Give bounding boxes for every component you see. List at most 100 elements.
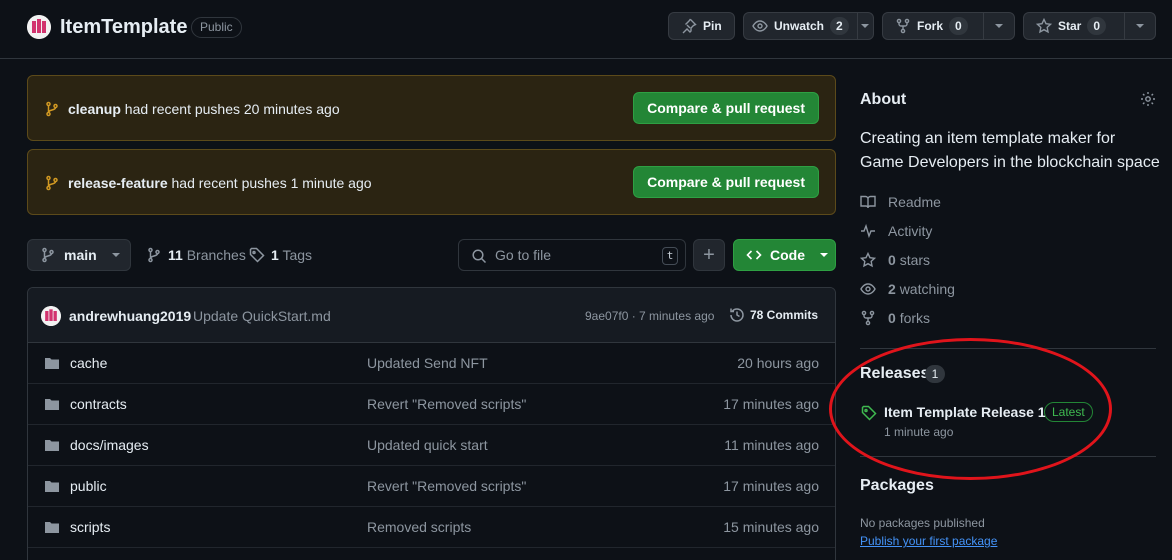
star-label: Star bbox=[1058, 19, 1082, 33]
star-icon bbox=[1036, 18, 1052, 34]
branches-label: Branches bbox=[186, 247, 246, 263]
repo-forked-icon bbox=[860, 310, 876, 326]
banner-text: cleanup had recent pushes 20 minutes ago bbox=[68, 101, 340, 117]
unwatch-label: Unwatch bbox=[774, 19, 825, 33]
file-commit-message[interactable]: Revert "Removed scripts" bbox=[367, 478, 526, 494]
file-row[interactable]: contracts Revert "Removed scripts" 17 mi… bbox=[28, 384, 835, 425]
publish-package-link[interactable]: Publish your first package bbox=[860, 534, 997, 548]
file-name[interactable]: contracts bbox=[70, 396, 127, 412]
banner-message: had recent pushes 20 minutes ago bbox=[124, 101, 340, 117]
file-row[interactable]: scripts Removed scripts 15 minutes ago bbox=[28, 507, 835, 548]
file-row[interactable]: cache Updated Send NFT 20 hours ago bbox=[28, 343, 835, 384]
commits-history-link[interactable]: 78 Commits bbox=[729, 307, 818, 323]
watching-link[interactable]: 2 watching bbox=[860, 281, 955, 297]
branches-link[interactable]: 11 Branches bbox=[146, 247, 246, 263]
file-row[interactable]: public Revert "Removed scripts" 17 minut… bbox=[28, 466, 835, 507]
forks-label: forks bbox=[899, 310, 931, 326]
file-name[interactable]: public bbox=[70, 478, 107, 494]
folder-icon bbox=[44, 519, 60, 535]
recent-push-banner: cleanup had recent pushes 20 minutes ago… bbox=[27, 75, 836, 141]
about-heading: About bbox=[860, 91, 907, 108]
commits-count: 78 Commits bbox=[750, 308, 819, 322]
code-button[interactable]: Code bbox=[733, 239, 836, 271]
file-row[interactable]: docs/images Updated quick start 11 minut… bbox=[28, 425, 835, 466]
commit-author-avatar[interactable] bbox=[41, 306, 61, 326]
tags-link[interactable]: 1 Tags bbox=[249, 247, 312, 263]
folder-icon bbox=[44, 396, 60, 412]
unwatch-button-group[interactable]: Unwatch 2 bbox=[743, 12, 874, 40]
compare-pull-request-button[interactable]: Compare & pull request bbox=[633, 166, 819, 198]
forks-link[interactable]: 0 forks bbox=[860, 310, 930, 326]
pin-icon bbox=[681, 18, 697, 34]
readme-label: Readme bbox=[888, 194, 941, 210]
git-branch-icon bbox=[44, 101, 60, 117]
branches-count: 11 bbox=[168, 247, 183, 263]
book-icon bbox=[860, 194, 876, 210]
caret-down-icon bbox=[860, 21, 870, 31]
add-file-button[interactable]: + bbox=[693, 239, 725, 271]
branch-name: main bbox=[64, 247, 97, 263]
packages-heading[interactable]: Packages bbox=[860, 477, 934, 495]
eye-icon bbox=[752, 18, 768, 34]
caret-down-icon bbox=[819, 250, 829, 260]
pin-button[interactable]: Pin bbox=[668, 12, 735, 40]
file-commit-age: 11 minutes ago bbox=[724, 437, 819, 453]
go-to-file-input[interactable] bbox=[495, 240, 675, 270]
star-button[interactable]: Star 0 bbox=[1024, 13, 1124, 39]
compare-pull-request-button[interactable]: Compare & pull request bbox=[633, 92, 819, 124]
stars-count: 0 bbox=[888, 252, 896, 268]
watching-label: watching bbox=[899, 281, 955, 297]
commit-message[interactable]: Update QuickStart.md bbox=[193, 308, 331, 324]
fork-label: Fork bbox=[917, 19, 944, 33]
file-commit-age: 15 minutes ago bbox=[723, 519, 819, 535]
tag-icon bbox=[249, 247, 265, 263]
tags-count: 1 bbox=[271, 247, 279, 263]
file-name[interactable]: docs/images bbox=[70, 437, 149, 453]
file-commit-age: 17 minutes ago bbox=[723, 396, 819, 412]
star-button-group[interactable]: Star 0 bbox=[1023, 12, 1156, 40]
repo-header: ItemTemplate Public Pin Unwatch 2 Fork 0… bbox=[0, 0, 1172, 59]
fork-button-group[interactable]: Fork 0 bbox=[882, 12, 1015, 40]
git-branch-icon bbox=[44, 175, 60, 191]
commit-hash-time[interactable]: 9ae07f0 · 7 minutes ago bbox=[585, 309, 714, 323]
folder-icon bbox=[44, 478, 60, 494]
banner-message: had recent pushes 1 minute ago bbox=[171, 175, 372, 191]
eye-icon bbox=[860, 281, 876, 297]
file-commit-message[interactable]: Removed scripts bbox=[367, 519, 471, 535]
stars-link[interactable]: 0 stars bbox=[860, 252, 930, 268]
repo-name[interactable]: ItemTemplate bbox=[60, 16, 187, 39]
file-commit-message[interactable]: Updated quick start bbox=[367, 437, 488, 453]
pin-label: Pin bbox=[703, 19, 722, 33]
branch-selector[interactable]: main bbox=[27, 239, 131, 271]
watching-count: 2 bbox=[888, 281, 896, 297]
repo-forked-icon bbox=[895, 18, 911, 34]
banner-branch-name[interactable]: cleanup bbox=[68, 101, 121, 117]
fork-dropdown[interactable] bbox=[983, 13, 1013, 39]
search-icon bbox=[471, 248, 487, 264]
gear-icon[interactable] bbox=[1140, 91, 1156, 107]
latest-commit-bar: andrewhuang2019 Update QuickStart.md 9ae… bbox=[28, 288, 835, 343]
file-commit-message[interactable]: Updated Send NFT bbox=[367, 355, 488, 371]
owner-avatar[interactable] bbox=[27, 15, 51, 39]
readme-link[interactable]: Readme bbox=[860, 194, 941, 210]
file-name[interactable]: scripts bbox=[70, 519, 110, 535]
fork-button[interactable]: Fork 0 bbox=[883, 13, 983, 39]
visibility-badge: Public bbox=[191, 17, 242, 38]
star-dropdown[interactable] bbox=[1124, 13, 1154, 39]
file-name[interactable]: cache bbox=[70, 355, 107, 371]
tags-label: Tags bbox=[282, 247, 313, 263]
unwatch-dropdown[interactable] bbox=[856, 13, 873, 39]
code-label: Code bbox=[770, 247, 805, 263]
go-to-file-search[interactable]: t bbox=[458, 239, 686, 271]
file-list: andrewhuang2019 Update QuickStart.md 9ae… bbox=[27, 287, 836, 560]
file-commit-age: 20 hours ago bbox=[737, 355, 819, 371]
commit-author[interactable]: andrewhuang2019 bbox=[69, 308, 191, 324]
activity-label: Activity bbox=[888, 223, 933, 239]
unwatch-button[interactable]: Unwatch 2 bbox=[744, 13, 857, 39]
caret-down-icon bbox=[994, 21, 1004, 31]
banner-branch-name[interactable]: release-feature bbox=[68, 175, 168, 191]
no-packages-text: No packages published bbox=[860, 516, 985, 530]
file-commit-message[interactable]: Revert "Removed scripts" bbox=[367, 396, 526, 412]
pulse-icon bbox=[860, 223, 876, 239]
activity-link[interactable]: Activity bbox=[860, 223, 932, 239]
